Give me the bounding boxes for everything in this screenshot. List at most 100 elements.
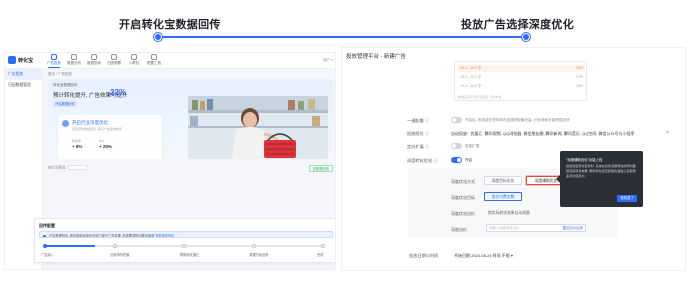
- expand-desc: 智能扩展: [465, 144, 480, 148]
- bid-input[interactable]: 请输入深度转化出价 建议出价区间: [486, 224, 586, 232]
- card-subtitle: 结合转化数据回传, 提高广告投放效果: [72, 127, 122, 131]
- age-label: 18.4 - 30.2 岁: [460, 84, 482, 88]
- account-menu[interactable]: 账户 ▾: [323, 58, 333, 63]
- opt-target-label: 深度优化目标: [451, 195, 475, 200]
- top-nav: 广告投放 数据分析 数据回传 归因洞察 人群包 配置工具: [46, 54, 162, 68]
- sidebar-item-ads[interactable]: 广告投放: [5, 69, 42, 80]
- nav-item-tools[interactable]: 配置工具: [146, 54, 162, 68]
- deep-optimization-card[interactable]: 开启行业深度优化 结合转化数据回传, 提高广告投放效果 转化率 + 8% ROI…: [58, 115, 162, 159]
- feature-tooltip: "深度辅助优化"功能上线 投放深度转化目标时, 系统在优化浅层转化的同时兼顾深度…: [556, 151, 643, 207]
- field-label-expand: 定向扩展 ⓘ: [407, 144, 430, 149]
- upload-icon: [91, 54, 97, 60]
- field-label-quick-boost: 一键起量 ⓘ: [407, 118, 430, 123]
- guide-link[interactable]: 查看操作指引: [155, 234, 174, 237]
- age-row: 18.4 - 30.2 岁 30%: [458, 65, 585, 72]
- progress-node: [182, 244, 186, 248]
- alert-text: 开启数据回传, 即可使用深度优化能力提升广告效果, 若需要帮助请联系客服: [48, 234, 155, 238]
- chart-icon: [71, 54, 77, 60]
- deep-conversion-toggle[interactable]: [451, 157, 462, 163]
- app-logo: 转化宝: [8, 56, 33, 64]
- filter-label: 按行业筛选: [48, 165, 66, 170]
- age-pct: 30%: [575, 66, 583, 70]
- logo-icon: [8, 56, 16, 64]
- age-pct: 13%: [575, 84, 583, 88]
- progress-node-label: 联调测试通过: [180, 253, 200, 257]
- nav-item-audience[interactable]: 人群包: [126, 54, 142, 68]
- bid-label: 深度出价: [451, 227, 467, 232]
- metric1-value: + 8%: [72, 144, 83, 149]
- edit-icon[interactable]: ✎: [666, 130, 670, 136]
- shopping-photo: [188, 96, 328, 159]
- insight-icon: [111, 54, 117, 60]
- nav-label: 人群包: [128, 61, 140, 65]
- tooltip-confirm-button[interactable]: 我知道了: [617, 195, 637, 202]
- logo-text: 转化宝: [18, 57, 34, 64]
- progress-node: [43, 244, 47, 248]
- banner-tag[interactable]: 开启数据回传: [53, 100, 77, 107]
- nav-label: 归因洞察: [107, 61, 121, 65]
- metric2-value: + 25%: [99, 144, 112, 149]
- age-row: 18.4 - 30.2 岁 13%: [458, 83, 585, 90]
- progress-node-label: 广告接入: [41, 253, 54, 257]
- step1-title: 开启转化宝数据回传: [119, 19, 221, 31]
- age-row: 18.4 - 30.2 岁 17%: [458, 74, 585, 81]
- age-distribution-box: 18.4 - 30.2 岁 30% 18.4 - 30.2 岁 17% 18.4 -…: [454, 61, 587, 101]
- first-pay-option[interactable]: 首次付费次数: [484, 192, 522, 201]
- promo-banner: 转化宝数据回传 预计转化提升, 广告效果可提升 22% 开启数据回传 开启行业深…: [48, 79, 333, 159]
- nav-item-postback[interactable]: 数据回传: [86, 54, 102, 68]
- age-pct: 17%: [575, 75, 583, 79]
- step1-dot: [154, 33, 162, 41]
- schedule-value[interactable]: 开始日期 2024-08-24 时间 不限 ▾: [454, 253, 513, 259]
- banner-small-text: 转化宝数据回传: [53, 83, 78, 87]
- bid-placeholder: 请输入深度转化出价: [489, 226, 520, 230]
- filter-row: 按行业筛选 去配置回传: [48, 165, 333, 173]
- nav-label: 广告投放: [47, 61, 61, 65]
- breadcrumb: 首页 / 广告投放: [48, 72, 72, 76]
- configure-postback-button[interactable]: 去配置回传: [308, 165, 333, 172]
- data-source-note: 数据来源于转化宝回传, 仅供参考: [458, 95, 502, 99]
- step-connector-line: [158, 36, 526, 38]
- nav-label: 数据回传: [87, 61, 101, 65]
- tools-icon: [151, 54, 157, 60]
- nav-item-ads[interactable]: 广告投放: [46, 54, 62, 68]
- filter-select[interactable]: [68, 165, 89, 170]
- field-label-placement: 投放版位 ⓘ: [407, 131, 430, 136]
- quick-boost-toggle[interactable]: [451, 117, 462, 123]
- progress-node: [251, 244, 256, 248]
- field-label-schedule: 投放日期与时间: [409, 253, 439, 258]
- deep-target-option[interactable]: 深度目标优化: [484, 176, 522, 185]
- progress-node: [112, 244, 117, 248]
- main-content: 首页 / 广告投放 转化宝数据回传 预计转化提升, 广告效果可提升 22% 开启…: [48, 72, 333, 173]
- tooltip-title: "深度辅助优化"功能上线: [566, 158, 603, 162]
- step2-title: 投放广告选择深度优化: [461, 19, 574, 31]
- progress-node: [321, 244, 325, 248]
- field-label-deep-conversion: 深度转化优化 ⓘ: [407, 158, 438, 163]
- users-icon: [131, 54, 137, 60]
- progress-node-label: 回传事件配置: [110, 253, 130, 257]
- step2-dot: [522, 33, 530, 41]
- quick-boost-desc: 开启后, 系统将在短时间内加速获取曝光量, 计划消耗可能明显加快: [465, 118, 570, 122]
- ads-icon: [51, 54, 57, 60]
- opt-bid-mode-label: 深度优化出价: [451, 211, 475, 216]
- age-label: 18.4 - 30.2 岁: [460, 75, 482, 79]
- placement-value: 自动投放 · 优量汇, 腾讯视频, QQ浏览器, 微信朋友圈, 腾讯新闻, 腾讯…: [451, 131, 635, 136]
- metric1-label: 转化率: [72, 139, 82, 143]
- opt-method-label: 深度优化方式: [451, 179, 475, 184]
- sidebar-item-attribution[interactable]: 归因数据管理: [5, 80, 42, 91]
- card-title: 开启行业深度优化: [72, 120, 108, 125]
- info-icon: [43, 234, 46, 237]
- nav-item-analytics[interactable]: 数据分析: [66, 54, 82, 68]
- opt-bid-mode-text: 按实际转化效果自动调整: [488, 211, 530, 215]
- nav-label: 配置工具: [147, 61, 161, 65]
- tooltip-body: 投放深度转化目标时, 系统在优化浅层转化的同时兼顾深度转化效果, 帮助你在稳定起…: [566, 164, 636, 178]
- setup-title: 回传配置: [39, 223, 55, 228]
- progress-node-label: 完成: [317, 253, 324, 257]
- bid-suggestion: 建议出价区间: [562, 226, 583, 230]
- optimization-icon: [62, 120, 69, 127]
- banner-percent: 22%: [110, 88, 127, 97]
- setup-progress-card: 回传配置 开启数据回传, 即可使用深度优化能力提升广告效果, 若需要帮助请联系客…: [34, 218, 335, 263]
- nav-item-attribution[interactable]: 归因洞察: [106, 54, 122, 68]
- page-title: 投放管理平台 - 新建广告: [346, 54, 406, 60]
- expand-toggle[interactable]: [451, 143, 462, 149]
- deep-conversion-desc: 开启: [465, 158, 473, 162]
